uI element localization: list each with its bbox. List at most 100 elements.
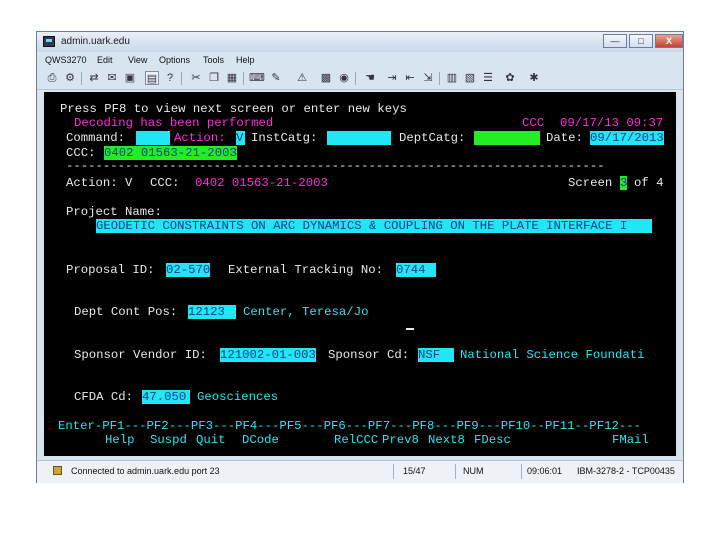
toolbar-separator [181, 72, 182, 85]
screen-total: of 4 [634, 176, 664, 190]
project-name-field[interactable]: GEODETIC CONSTRAINTS ON ARC DYNAMICS & C… [96, 219, 652, 233]
terminal-window: admin.uark.edu — □ X QWS3270 Edit View O… [36, 31, 684, 483]
toolbar-separator [439, 72, 440, 85]
list-icon[interactable]: ☰ [481, 71, 495, 85]
edit-icon[interactable]: ⇲ [421, 71, 435, 85]
cfda-field[interactable]: 47.050 [142, 390, 190, 404]
ccc-field[interactable]: 0402 01563-21-2003 [104, 146, 237, 160]
sponsor-name: National Science Foundati [460, 348, 645, 362]
menu-edit[interactable]: Edit [97, 55, 113, 65]
pf6-label[interactable]: RelCCC [334, 433, 378, 447]
help-icon[interactable]: ? [163, 71, 177, 85]
ccc-label: CCC: [66, 146, 96, 160]
external-tracking-field[interactable]: 0744 [396, 263, 436, 277]
receive-icon[interactable]: ⇤ [403, 71, 417, 85]
toolbar: ⎙ ⚙ ⇄ ✉ ▣ ▤ ? ✂ ❐ ▦ ⌨ ✎ ⚠ ▩ ◉ ☚ ⇥ ⇤ ⇲ ▥ … [37, 69, 683, 90]
project-name-label: Project Name: [66, 205, 162, 219]
screen-icon[interactable]: ▤ [145, 71, 159, 85]
send-icon[interactable]: ⇥ [385, 71, 399, 85]
action-display-label: Action: V [66, 176, 133, 190]
instcatg-label: InstCatg: [251, 131, 318, 145]
action-field[interactable]: V [236, 131, 245, 145]
deptcatg-label: DeptCatg: [399, 131, 466, 145]
divider-line: ----------------------------------------… [66, 159, 605, 173]
date-field[interactable]: 09/17/2013 [590, 131, 664, 145]
pf-key-line: Enter-PF1---PF2---PF3---PF4---PF5---PF6-… [58, 419, 641, 433]
terminal-screen[interactable]: Press PF8 to view next screen or enter n… [44, 92, 676, 456]
pf9-label[interactable]: FDesc [474, 433, 511, 447]
copy-icon[interactable]: ❐ [207, 71, 221, 85]
keyboard-icon[interactable]: ⌨ [249, 71, 265, 85]
header-ccc-label: CCC [522, 116, 545, 130]
external-tracking-label: External Tracking No: [228, 263, 383, 277]
status-separator [521, 464, 522, 479]
menu-tools[interactable]: Tools [203, 55, 224, 65]
record-icon[interactable]: ◉ [337, 71, 351, 85]
screen-number-field[interactable]: 3 [620, 176, 628, 190]
menu-bar: QWS3270 Edit View Options Tools Help [37, 53, 683, 67]
sponsor-vendor-field[interactable]: 121002-01-003 [220, 348, 316, 362]
close-button[interactable]: X [655, 34, 683, 48]
settings-icon[interactable]: ⚙ [63, 71, 77, 85]
pf2-label[interactable]: Suspd [150, 433, 187, 447]
map-icon[interactable]: ▧ [463, 71, 477, 85]
prompt-line: Press PF8 to view next screen or enter n… [60, 102, 407, 116]
bug-icon[interactable]: ✱ [527, 71, 541, 85]
proposal-id-label: Proposal ID: [66, 263, 155, 277]
hand-icon[interactable]: ☚ [363, 71, 377, 85]
menu-view[interactable]: View [128, 55, 147, 65]
print-screen-icon[interactable]: ▥ [445, 71, 459, 85]
command-field[interactable] [136, 131, 170, 145]
save-icon[interactable]: ▣ [123, 71, 137, 85]
cut-icon[interactable]: ✂ [189, 71, 203, 85]
minimize-button[interactable]: — [603, 34, 627, 48]
date-label: Date: [546, 131, 583, 145]
toolbar-separator [81, 72, 82, 85]
transfer-icon[interactable]: ⇄ [87, 71, 101, 85]
command-label: Command: [66, 131, 126, 145]
pf7-label[interactable]: Prev8 [382, 433, 419, 447]
maximize-button[interactable]: □ [629, 34, 653, 48]
status-bar: Connected to admin.uark.edu port 23 15/4… [37, 460, 683, 483]
screen-label: Screen [568, 176, 613, 190]
status-separator [393, 464, 394, 479]
cfda-name: Geosciences [197, 390, 279, 404]
text-cursor [406, 328, 414, 330]
menu-options[interactable]: Options [159, 55, 190, 65]
pf3-label[interactable]: Quit [196, 433, 226, 447]
sponsor-cd-field[interactable]: NSF [418, 348, 454, 362]
status-separator [455, 464, 456, 479]
clock: 09:06:01 [527, 466, 563, 476]
pf12-label[interactable]: FMail [612, 433, 649, 447]
toolbar-separator [243, 72, 244, 85]
dept-cont-pos-field[interactable]: 12123 [188, 305, 236, 319]
pf1-label[interactable]: Help [105, 433, 135, 447]
window-title: admin.uark.edu [61, 36, 130, 47]
mail-icon[interactable]: ✉ [105, 71, 119, 85]
print-icon[interactable]: ⎙ [45, 71, 59, 85]
sponsor-vendor-label: Sponsor Vendor ID: [74, 348, 207, 362]
proposal-id-field[interactable]: 02-570 [166, 263, 211, 277]
pf8-label[interactable]: Next8 [428, 433, 465, 447]
sponsor-cd-label: Sponsor Cd: [328, 348, 410, 362]
header-datetime: 09/17/13 09:37 [560, 116, 664, 130]
menu-qws3270[interactable]: QWS3270 [45, 55, 87, 65]
ccc-display-value: 0402 01563-21-2003 [195, 176, 328, 190]
cfda-label: CFDA Cd: [74, 390, 134, 404]
terminal-icon[interactable]: ▩ [319, 71, 333, 85]
pf4-label[interactable]: DCode [242, 433, 279, 447]
dept-cont-pos-label: Dept Cont Pos: [74, 305, 178, 319]
macro-icon[interactable]: ✎ [269, 71, 283, 85]
instcatg-field[interactable] [327, 131, 391, 145]
tools-icon[interactable]: ✿ [503, 71, 517, 85]
cursor-position: 15/47 [403, 466, 426, 476]
title-bar[interactable]: admin.uark.edu — □ X [37, 32, 683, 52]
action-label: Action: [174, 131, 226, 145]
deptcatg-field[interactable] [474, 131, 540, 145]
connection-status: Connected to admin.uark.edu port 23 [71, 466, 220, 476]
paste-icon[interactable]: ▦ [225, 71, 239, 85]
menu-help[interactable]: Help [236, 55, 255, 65]
ccc-display-label: CCC: [150, 176, 180, 190]
warning-icon[interactable]: ⚠ [295, 71, 309, 85]
dept-cont-name: Center, Teresa/Jo [243, 305, 369, 319]
